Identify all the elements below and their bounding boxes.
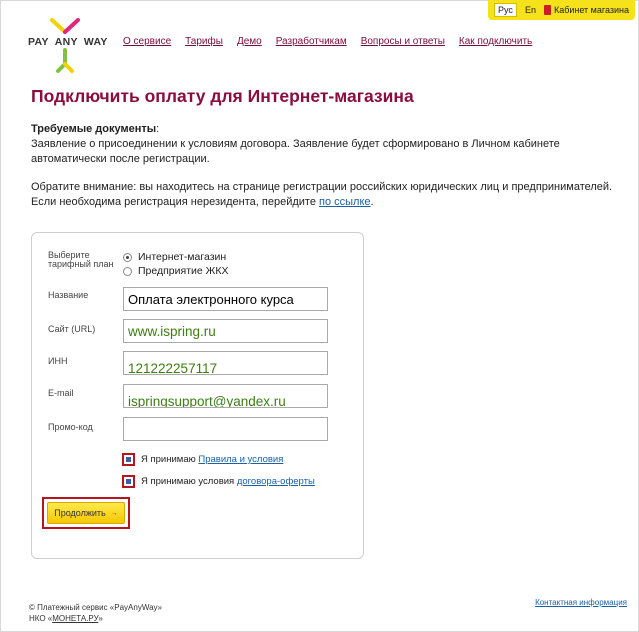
nonresident-link[interactable]: по ссылке (319, 196, 371, 208)
tariff-option-housing[interactable]: Предприятие ЖКХ (123, 265, 228, 277)
agree-rules-label: Я принимаю (141, 454, 199, 465)
offer-link[interactable]: договора-оферты (237, 476, 315, 487)
nav-developers[interactable]: Разработчикам (276, 36, 347, 47)
lang-ru[interactable]: Рус (494, 3, 517, 17)
tariff-label: Выберите тарифный план (48, 251, 114, 269)
email-field[interactable] (123, 384, 328, 408)
continue-button-label: Продолжить (54, 508, 106, 518)
logo-text-pay: PAY (28, 36, 49, 48)
documents-heading: Требуемые документы (31, 123, 157, 135)
promo-input[interactable] (124, 418, 327, 440)
footer-line1: © Платежный сервис «PayAnyWay» (29, 603, 162, 612)
agree-offer-text: Я принимаю условия договора-оферты (141, 476, 315, 487)
inn-field[interactable] (123, 351, 328, 375)
submit-highlight: Продолжить → (42, 497, 130, 529)
nav-about[interactable]: О сервисе (123, 36, 171, 47)
logo-text: PAY ANY WAY (28, 36, 108, 48)
notice-end: . (370, 196, 374, 208)
nav-demo[interactable]: Демо (237, 36, 262, 47)
tariff-option-housing-label: Предприятие ЖКХ (138, 265, 229, 277)
inn-label: ИНН (48, 356, 68, 366)
notice-section: Обратите внимание: вы находитесь на стра… (31, 180, 621, 210)
cabinet-icon (543, 5, 551, 15)
nav-faq[interactable]: Вопросы и ответы (361, 36, 445, 47)
tariff-label-line2: тарифный план (48, 259, 114, 269)
name-label: Название (48, 290, 89, 300)
moneta-link[interactable]: МОНЕТА.РУ (52, 614, 98, 623)
documents-text: Заявление о присоединении к условиям дог… (31, 138, 560, 165)
agree-rules-row: Я принимаю Правила и условия (122, 453, 283, 466)
site-field[interactable] (123, 319, 328, 343)
agree-offer-row: Я принимаю условия договора-оферты (122, 475, 315, 488)
contact-link[interactable]: Контактная информация (535, 598, 627, 607)
footer-contact: Контактная информация (535, 598, 627, 607)
agree-rules-checkbox[interactable] (122, 453, 135, 466)
agree-offer-checkbox[interactable] (122, 475, 135, 488)
logo[interactable]: PAY ANY WAY (28, 18, 118, 76)
tariff-option-shop-label: Интернет-магазин (138, 251, 227, 263)
top-bar: Рус En Кабинет магазина (488, 0, 635, 20)
radio-selected-icon[interactable] (123, 252, 132, 262)
name-input[interactable] (124, 288, 327, 310)
lang-en[interactable]: En (521, 4, 539, 16)
registration-form: Выберите тарифный план Интернет-магазин … (31, 232, 364, 559)
documents-section: Требуемые документы: Заявление о присоед… (31, 123, 560, 165)
logo-text-any: ANY (54, 36, 78, 48)
email-input[interactable] (124, 390, 327, 407)
site-label: Сайт (URL) (48, 324, 96, 334)
cabinet-link[interactable]: Кабинет магазина (543, 5, 629, 15)
footer-copyright: © Платежный сервис «PayAnyWay» НКО «МОНЕ… (29, 602, 162, 624)
promo-label: Промо-код (48, 422, 93, 432)
agree-offer-label: Я принимаю условия (141, 476, 237, 487)
cabinet-label: Кабинет магазина (553, 5, 629, 15)
tariff-option-shop[interactable]: Интернет-магазин (123, 251, 226, 263)
inn-input[interactable] (124, 357, 327, 374)
nav-how-to-connect[interactable]: Как подключить (459, 36, 532, 47)
main-nav: О сервисе Тарифы Демо Разработчикам Вопр… (123, 36, 532, 47)
page-title: Подключить оплату для Интернет-магазина (31, 86, 414, 106)
logo-text-way: WAY (83, 36, 108, 48)
footer-line2-suffix: » (98, 614, 103, 623)
nav-tariffs[interactable]: Тарифы (185, 36, 223, 47)
footer-line2-prefix: НКО « (29, 614, 53, 623)
promo-field[interactable] (123, 417, 328, 441)
email-label: E-mail (48, 388, 74, 398)
agree-rules-text: Я принимаю Правила и условия (141, 454, 283, 465)
radio-unselected-icon[interactable] (123, 266, 132, 276)
site-input[interactable] (124, 320, 327, 342)
continue-button[interactable]: Продолжить → (47, 502, 125, 524)
name-field[interactable] (123, 287, 328, 311)
rules-link[interactable]: Правила и условия (198, 454, 283, 465)
arrow-right-icon: → (110, 509, 118, 517)
